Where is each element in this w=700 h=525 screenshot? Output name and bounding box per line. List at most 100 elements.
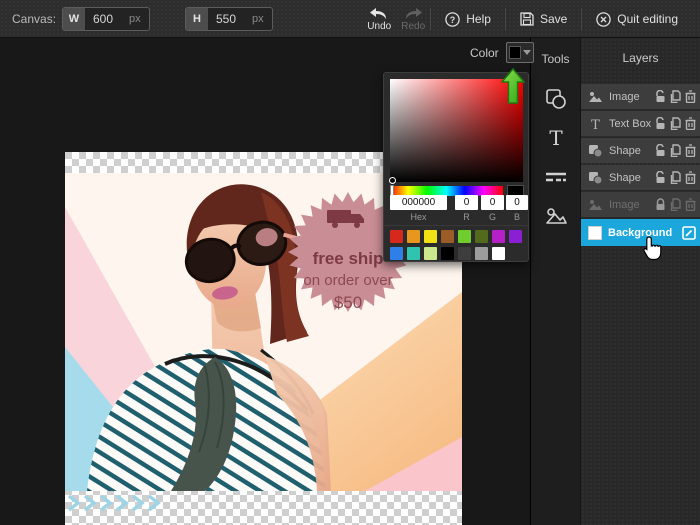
- color-swatch[interactable]: [424, 247, 437, 260]
- chevron-down-icon: [523, 50, 531, 55]
- duplicate-icon[interactable]: [670, 198, 681, 211]
- swatch-grid: [390, 230, 526, 260]
- color-label: Color: [470, 46, 499, 60]
- canvas-height-input[interactable]: [208, 12, 252, 26]
- layer-row-textbox[interactable]: T Text Box: [581, 111, 700, 136]
- quit-label: Quit editing: [617, 12, 678, 26]
- canvas-width-input[interactable]: [85, 12, 129, 26]
- text-layer-icon: T: [588, 117, 603, 130]
- color-swatch[interactable]: [441, 247, 454, 260]
- color-swatch[interactable]: [424, 230, 437, 243]
- background-color-swatch: [588, 226, 602, 240]
- trash-icon[interactable]: [685, 117, 696, 130]
- current-color-chip: [509, 46, 521, 59]
- layer-row-shape-1[interactable]: Shape: [581, 138, 700, 163]
- layer-row-image-2-locked[interactable]: Image: [581, 192, 700, 217]
- layer-label: Shape: [609, 172, 655, 184]
- color-swatch[interactable]: [390, 230, 403, 243]
- color-swatch[interactable]: [407, 230, 420, 243]
- trash-icon[interactable]: [685, 90, 696, 103]
- green-arrow-annotation: [501, 68, 525, 109]
- unlock-icon[interactable]: [655, 90, 666, 103]
- b-input[interactable]: [506, 195, 528, 210]
- width-unit: px: [129, 13, 149, 25]
- layers-header: Layers: [581, 38, 700, 84]
- shapes-icon: [544, 87, 568, 111]
- trash-icon[interactable]: [685, 171, 696, 184]
- undo-label: Undo: [367, 21, 391, 32]
- undo-icon: [369, 7, 389, 20]
- layer-label: Shape: [609, 145, 655, 157]
- duplicate-icon[interactable]: [670, 144, 681, 157]
- width-field-label: W: [63, 8, 85, 30]
- badge-text-line2: on order over: [303, 272, 392, 289]
- transparency-band-bottom: [65, 491, 462, 525]
- shape-layer-icon: [588, 144, 603, 157]
- trash-icon[interactable]: [685, 144, 696, 157]
- tools-header: Tools: [531, 38, 580, 66]
- color-swatch[interactable]: [407, 247, 420, 260]
- b-label: B: [506, 212, 528, 222]
- height-field-label: H: [186, 8, 208, 30]
- layer-row-image-1[interactable]: Image: [581, 84, 700, 109]
- lines-icon: [544, 165, 568, 189]
- tool-image[interactable]: [531, 197, 581, 235]
- unlock-icon[interactable]: [655, 117, 666, 130]
- image-layer-icon: [588, 198, 603, 211]
- r-input[interactable]: [455, 195, 478, 210]
- edit-icon[interactable]: [682, 226, 696, 240]
- undo-button[interactable]: Undo: [362, 0, 396, 38]
- tool-shapes[interactable]: [531, 80, 581, 118]
- color-swatch[interactable]: [475, 230, 488, 243]
- redo-label: Redo: [401, 21, 425, 32]
- lock-icon[interactable]: [655, 198, 666, 211]
- height-unit: px: [252, 13, 272, 25]
- color-swatch[interactable]: [509, 230, 522, 243]
- r-label: R: [455, 212, 478, 222]
- shape-layer-icon: [588, 171, 603, 184]
- color-swatch[interactable]: [492, 230, 505, 243]
- color-swatch[interactable]: [492, 247, 505, 260]
- layer-label: Text Box: [609, 118, 655, 130]
- hex-label: Hex: [390, 212, 447, 222]
- help-icon: ?: [445, 12, 460, 27]
- g-input[interactable]: [481, 195, 504, 210]
- image-icon: [544, 204, 568, 228]
- tool-lines[interactable]: [531, 158, 581, 196]
- duplicate-icon[interactable]: [670, 171, 681, 184]
- color-swatch[interactable]: [441, 230, 454, 243]
- unlock-icon[interactable]: [655, 171, 666, 184]
- sv-cursor[interactable]: [389, 177, 396, 184]
- layer-label: Image: [609, 91, 655, 103]
- help-label: Help: [466, 12, 491, 26]
- canvas-height-field[interactable]: H px: [185, 7, 273, 31]
- save-button[interactable]: Save: [506, 0, 581, 38]
- color-swatch-dropdown[interactable]: [506, 42, 534, 63]
- svg-text:?: ?: [450, 15, 456, 25]
- duplicate-icon[interactable]: [670, 90, 681, 103]
- canvas-width-field[interactable]: W px: [62, 7, 150, 31]
- color-swatch[interactable]: [475, 247, 488, 260]
- app-window: Canvas: W px H px Undo: [0, 0, 700, 525]
- unlock-icon[interactable]: [655, 144, 666, 157]
- color-swatch[interactable]: [390, 247, 403, 260]
- badge-text-line1: free ship: [313, 249, 384, 268]
- duplicate-icon[interactable]: [670, 117, 681, 130]
- save-icon: [520, 12, 534, 26]
- layer-row-shape-2[interactable]: Shape: [581, 165, 700, 190]
- trash-icon[interactable]: [685, 198, 696, 211]
- image-layer-icon: [588, 90, 603, 103]
- help-button[interactable]: ? Help: [431, 0, 505, 38]
- divider: [384, 225, 528, 226]
- hex-input[interactable]: [390, 195, 447, 210]
- quit-editing-button[interactable]: Quit editing: [582, 0, 692, 38]
- layer-label: Image: [609, 199, 655, 211]
- redo-button[interactable]: Redo: [396, 0, 430, 38]
- text-icon: T: [544, 126, 568, 150]
- hand-cursor: [641, 235, 663, 266]
- color-swatch[interactable]: [458, 230, 471, 243]
- tools-panel: Tools T: [530, 38, 580, 525]
- svg-text:T: T: [549, 126, 563, 150]
- tool-text[interactable]: T: [531, 119, 581, 157]
- color-swatch[interactable]: [458, 247, 471, 260]
